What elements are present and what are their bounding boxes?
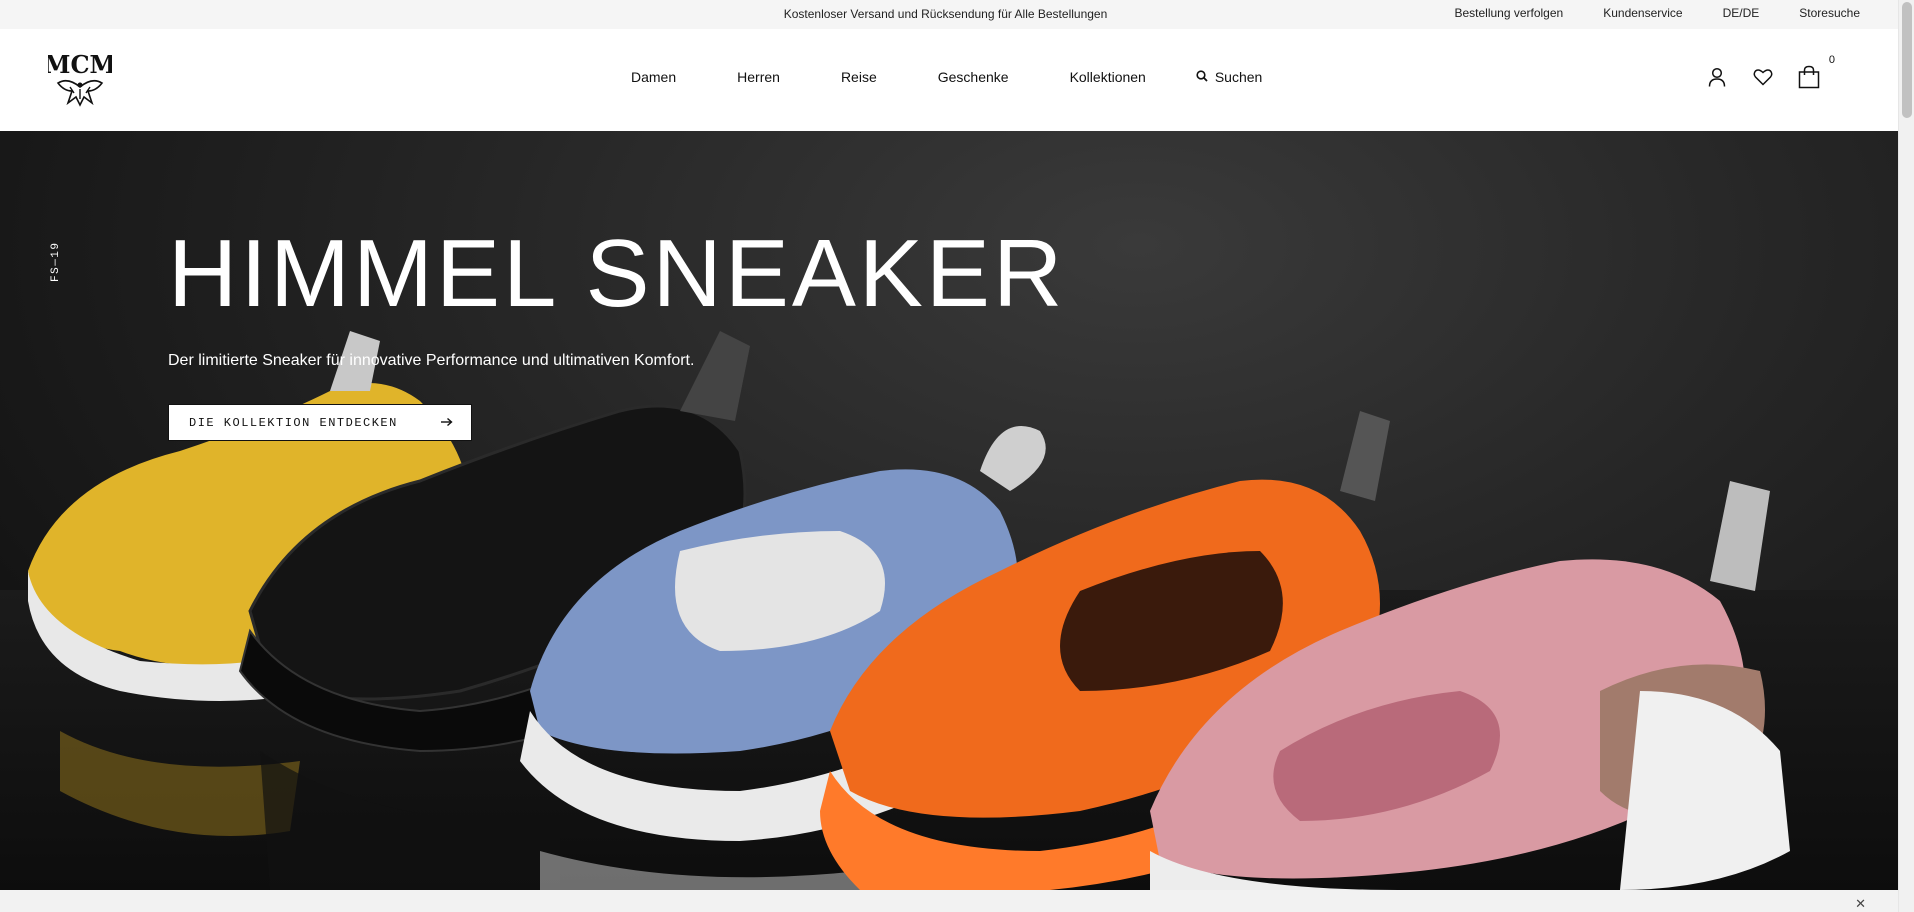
mcm-logo[interactable]: MCM	[44, 47, 116, 111]
locale-selector[interactable]: DE/DE	[1723, 6, 1760, 20]
nav-herren[interactable]: Herren	[737, 69, 780, 85]
site-header: MCM Damen Herren Reise Geschenke Kollekt…	[0, 29, 1898, 131]
season-label: FS—19	[50, 241, 62, 282]
nav-geschenke[interactable]: Geschenke	[938, 69, 1009, 85]
header-actions: 0	[1706, 54, 1835, 89]
heart-icon[interactable]	[1752, 65, 1774, 89]
store-locator-link[interactable]: Storesuche	[1799, 6, 1860, 20]
close-icon[interactable]: ✕	[1855, 896, 1866, 912]
top-promo-bar: Kostenloser Versand und Rücksendung für …	[0, 0, 1898, 29]
customer-service-link[interactable]: Kundenservice	[1603, 6, 1682, 20]
cart-count: 0	[1828, 54, 1835, 66]
main-navigation: Damen Herren Reise Geschenke Kollektione…	[631, 69, 1262, 85]
page-scrollbar[interactable]	[1898, 0, 1914, 912]
hero-title: HIMMEL SNEAKER	[168, 220, 1066, 327]
cta-label: DIE KOLLEKTION ENTDECKEN	[189, 415, 398, 430]
scrollbar-thumb[interactable]	[1902, 2, 1912, 118]
hero-subtitle: Der limitierte Sneaker für innovative Pe…	[168, 352, 695, 369]
utility-links: Bestellung verfolgen Kundenservice DE/DE…	[1454, 6, 1860, 20]
user-icon[interactable]	[1706, 65, 1728, 89]
shopping-bag-icon[interactable]: 0	[1798, 54, 1835, 89]
svg-text:MCM: MCM	[48, 50, 112, 79]
nav-damen[interactable]: Damen	[631, 69, 676, 85]
nav-kollektionen[interactable]: Kollektionen	[1070, 69, 1146, 85]
search-label: Suchen	[1214, 69, 1263, 85]
nav-reise[interactable]: Reise	[841, 69, 877, 85]
search-button[interactable]: Suchen	[1196, 69, 1262, 85]
track-order-link[interactable]: Bestellung verfolgen	[1454, 6, 1563, 20]
search-icon	[1196, 69, 1208, 85]
arrow-right-icon	[441, 415, 453, 430]
cookie-banner-strip: ✕	[0, 890, 1898, 912]
discover-collection-button[interactable]: DIE KOLLEKTION ENTDECKEN	[168, 404, 472, 441]
hero-banner: FS—19 HIMMEL SNEAKER Der limitierte Snea…	[0, 131, 1898, 890]
